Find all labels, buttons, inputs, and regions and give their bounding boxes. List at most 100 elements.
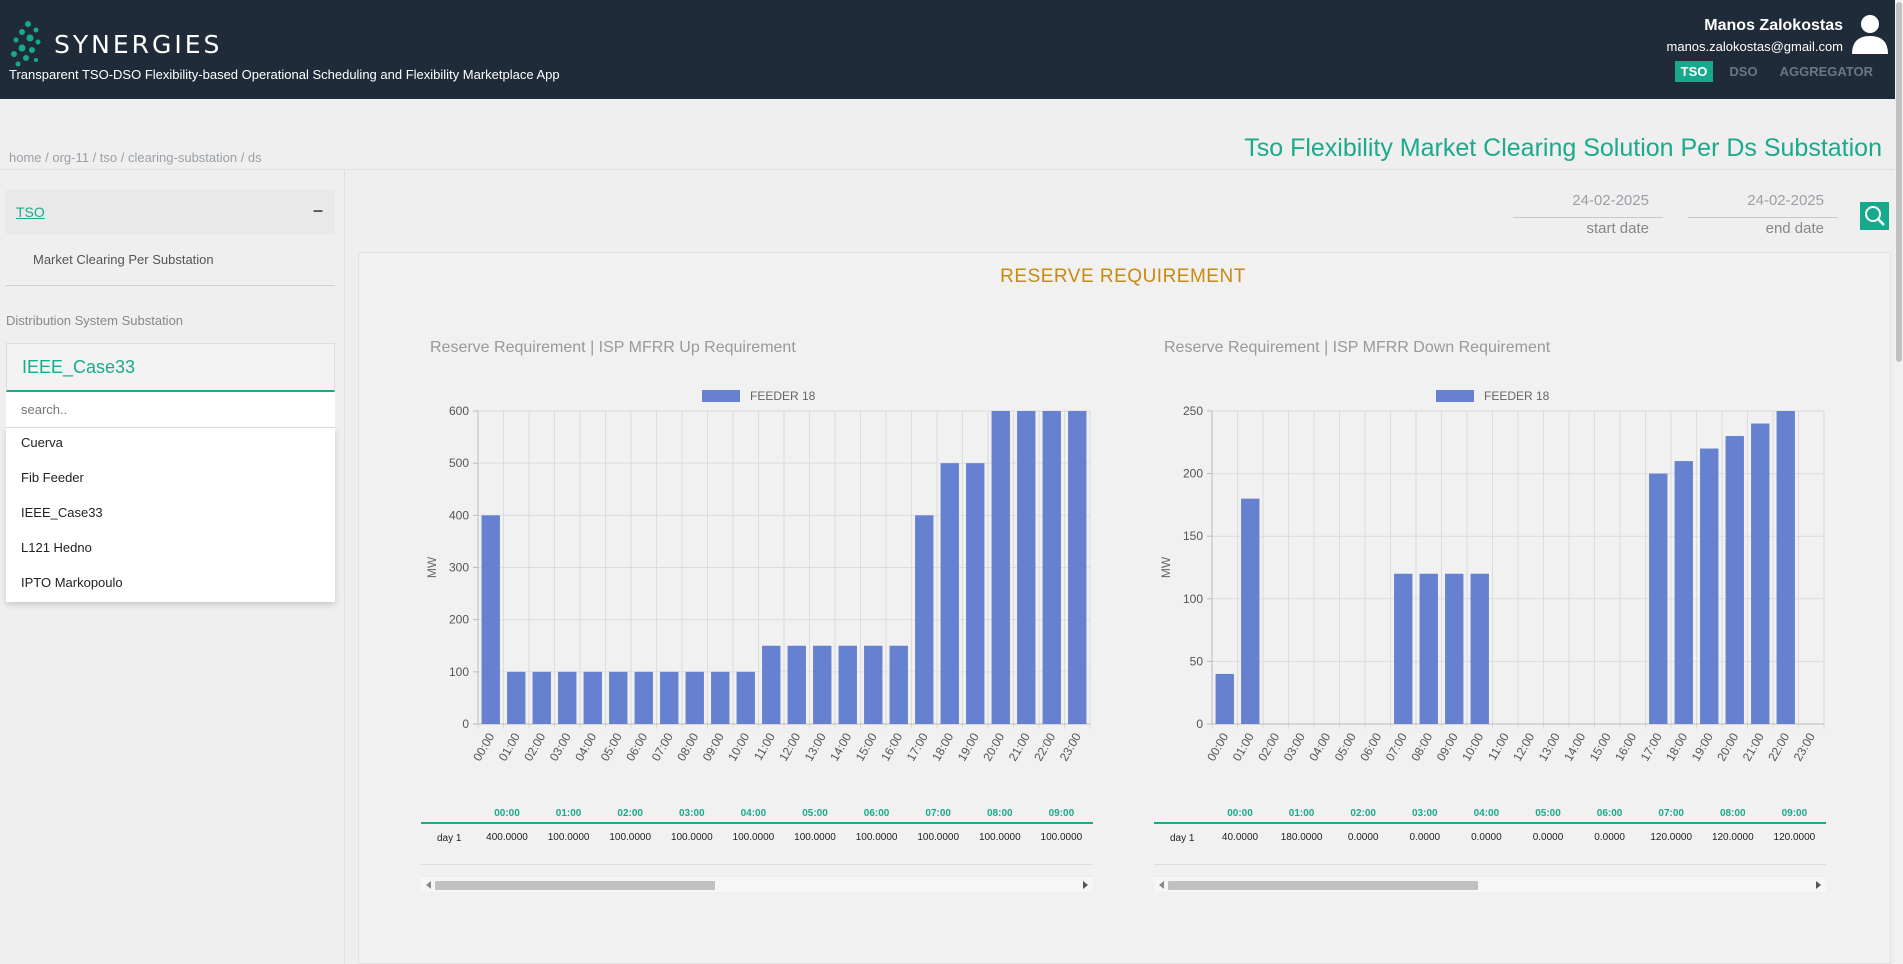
y-tick-label: 250 xyxy=(1183,404,1203,418)
scroll-left-icon[interactable] xyxy=(1159,881,1164,889)
x-tick-label: 14:00 xyxy=(1561,730,1588,763)
scroll-right-icon[interactable] xyxy=(1816,881,1821,889)
logo-icon xyxy=(11,21,41,67)
bar[interactable] xyxy=(813,645,832,724)
bar[interactable] xyxy=(736,671,755,724)
bar[interactable] xyxy=(940,463,959,724)
table-header-cell: 04:00 xyxy=(740,808,767,819)
bar[interactable] xyxy=(1674,461,1693,724)
substation-select[interactable]: IEEE_Case33 xyxy=(6,343,335,392)
bar[interactable] xyxy=(838,645,857,724)
dropdown-option[interactable]: IPTO Markopoulo xyxy=(6,568,335,603)
bar[interactable] xyxy=(1751,423,1770,724)
x-tick-label: 15:00 xyxy=(1587,730,1614,763)
table-cell: 120.0000 xyxy=(1773,832,1816,843)
bar[interactable] xyxy=(1394,573,1413,724)
bar[interactable] xyxy=(1017,411,1036,724)
bar[interactable] xyxy=(1776,411,1795,724)
bar[interactable] xyxy=(1241,498,1260,724)
bar[interactable] xyxy=(1445,573,1464,724)
bar[interactable] xyxy=(507,671,526,724)
scrollbar-thumb[interactable] xyxy=(1168,881,1478,890)
bar[interactable] xyxy=(787,645,806,724)
bar[interactable] xyxy=(762,645,781,724)
bar[interactable] xyxy=(711,671,730,724)
user-avatar-icon[interactable] xyxy=(1851,14,1889,54)
x-tick-label: 19:00 xyxy=(1689,730,1716,763)
bar[interactable] xyxy=(966,463,985,724)
x-tick-label: 06:00 xyxy=(623,730,650,763)
role-aggregator-button[interactable]: AGGREGATOR xyxy=(1774,61,1879,82)
table-header-cell: 07:00 xyxy=(1658,808,1684,819)
bar[interactable] xyxy=(1419,573,1438,724)
legend-label: FEEDER 18 xyxy=(1484,389,1550,403)
bar[interactable] xyxy=(1725,436,1744,724)
y-tick-label: 50 xyxy=(1190,654,1204,668)
y-tick-label: 100 xyxy=(1183,592,1203,606)
x-tick-label: 09:00 xyxy=(700,730,727,763)
x-tick-label: 10:00 xyxy=(1459,730,1486,763)
start-date-label: start date xyxy=(1586,220,1649,237)
page-scrollbar[interactable] xyxy=(1895,0,1903,964)
scroll-left-icon[interactable] xyxy=(426,881,431,889)
dropdown-option[interactable]: Cuerva xyxy=(6,428,335,463)
bar[interactable] xyxy=(864,645,883,724)
role-tso-button[interactable]: TSO xyxy=(1674,61,1714,82)
bar[interactable] xyxy=(889,645,908,724)
sidebar-section-link[interactable]: TSO xyxy=(16,204,45,220)
x-tick-label: 03:00 xyxy=(547,730,574,763)
bar[interactable] xyxy=(660,671,679,724)
bar[interactable] xyxy=(685,671,704,724)
y-tick-label: 100 xyxy=(449,665,469,679)
dropdown-option[interactable]: L121 Hedno xyxy=(6,533,335,568)
dropdown-option[interactable]: Fib Feeder xyxy=(6,463,335,498)
bar[interactable] xyxy=(1700,448,1719,724)
table-header-cell: 07:00 xyxy=(925,808,951,819)
bar[interactable] xyxy=(583,671,602,724)
x-tick-label: 10:00 xyxy=(725,730,752,763)
x-tick-label: 18:00 xyxy=(1663,730,1690,763)
row-label: day 1 xyxy=(1170,833,1195,844)
bar[interactable] xyxy=(991,411,1010,724)
bar[interactable] xyxy=(1649,473,1668,724)
bar[interactable] xyxy=(1042,411,1061,724)
role-dso-button[interactable]: DSO xyxy=(1723,61,1763,82)
scrollbar-thumb[interactable] xyxy=(435,881,715,890)
dropdown-option[interactable]: IEEE_Case33 xyxy=(6,498,335,533)
scroll-right-icon[interactable] xyxy=(1083,881,1088,889)
collapse-icon[interactable]: – xyxy=(313,200,323,221)
x-tick-label: 20:00 xyxy=(1714,730,1741,763)
scrollbar-thumb[interactable] xyxy=(1896,2,1902,362)
bar[interactable] xyxy=(915,515,934,724)
sidebar-section-tso: TSO – xyxy=(6,190,335,234)
start-date-input[interactable]: 24-02-2025 xyxy=(1513,192,1663,218)
bar[interactable] xyxy=(1215,673,1234,724)
x-tick-label: 18:00 xyxy=(929,730,956,763)
chart-title-down: Reserve Requirement | ISP MFRR Down Requ… xyxy=(1164,339,1551,356)
x-tick-label: 17:00 xyxy=(904,730,931,763)
y-tick-label: 300 xyxy=(449,561,469,575)
x-tick-label: 05:00 xyxy=(598,730,625,763)
x-tick-label: 01:00 xyxy=(496,730,523,763)
bar[interactable] xyxy=(1470,573,1489,724)
y-tick-label: 0 xyxy=(1196,717,1203,731)
substation-search-input[interactable] xyxy=(6,392,335,428)
x-tick-label: 07:00 xyxy=(649,730,676,763)
bar[interactable] xyxy=(609,671,628,724)
bar[interactable] xyxy=(532,671,551,724)
bar[interactable] xyxy=(1068,411,1087,724)
bar[interactable] xyxy=(558,671,577,724)
bar[interactable] xyxy=(481,515,500,724)
data-table-up: 00:00 01:00 02:00 03:00 04:00 05:00 06:00 07:00… xyxy=(421,800,1093,870)
table-scrollbar-down[interactable] xyxy=(1154,876,1826,892)
end-date-input[interactable]: 24-02-2025 xyxy=(1688,192,1838,218)
search-button[interactable] xyxy=(1860,202,1889,230)
user-email: manos.zalokostas@gmail.com xyxy=(1666,39,1843,54)
y-tick-label: 400 xyxy=(449,508,469,522)
x-tick-label: 19:00 xyxy=(955,730,982,763)
legend-label: FEEDER 18 xyxy=(750,389,816,403)
bar[interactable] xyxy=(634,671,653,724)
sidebar-item-market-clearing[interactable]: Market Clearing Per Substation xyxy=(33,252,214,267)
table-cell: 100.0000 xyxy=(855,832,898,843)
table-scrollbar-up[interactable] xyxy=(421,876,1093,892)
